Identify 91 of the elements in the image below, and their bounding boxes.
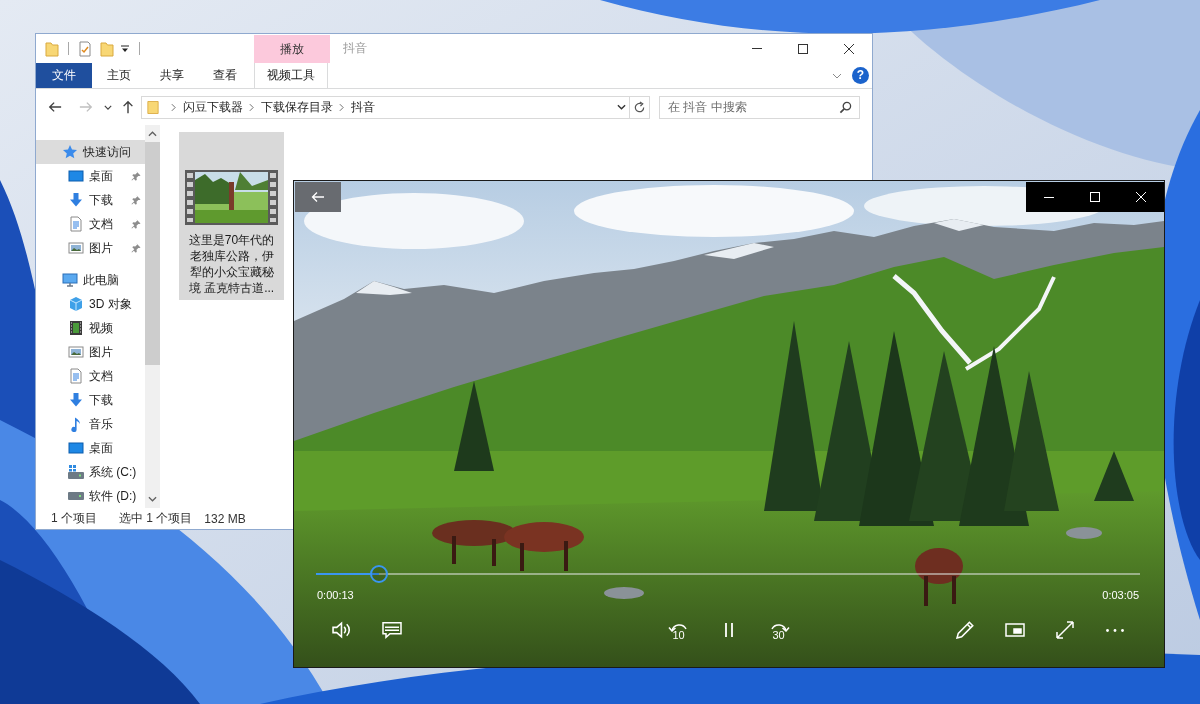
expand-icon [1055, 621, 1075, 639]
close-icon [1136, 192, 1146, 202]
download-arrow-icon [68, 192, 84, 208]
window-title: 抖音 [343, 40, 367, 57]
chevron-down-icon[interactable] [148, 496, 157, 502]
search-icon [839, 100, 852, 114]
nav-item[interactable]: 图片 [36, 236, 145, 260]
chevron-up-icon[interactable] [148, 131, 157, 137]
ribbon-tab[interactable]: 主页 [92, 63, 145, 88]
document-icon [68, 368, 84, 384]
ribbon-tab[interactable]: 共享 [145, 63, 198, 88]
close-icon [844, 43, 854, 54]
snow-patch [934, 219, 984, 231]
nav-item[interactable]: 此电脑 [36, 268, 145, 292]
snow-patch [704, 243, 774, 259]
star-icon [62, 144, 78, 160]
picture-in-picture-icon [1005, 623, 1025, 637]
seek-bar-thumb[interactable] [369, 565, 388, 583]
breadcrumb[interactable]: 下载保存目录 [261, 98, 333, 116]
dropdown-icon[interactable] [120, 43, 130, 54]
chevron-right-icon [249, 102, 254, 112]
help-button[interactable]: ? [852, 67, 869, 84]
status-text: 132 MB [204, 511, 246, 526]
tree [1094, 451, 1134, 501]
drive-icon [68, 491, 84, 501]
maximize-icon [798, 43, 808, 54]
nav-item[interactable]: 音乐 [36, 412, 145, 436]
document-icon [68, 216, 84, 232]
folder-icon [147, 99, 159, 115]
computer-icon [62, 272, 78, 288]
picture-icon [68, 344, 84, 360]
refresh-icon [633, 100, 646, 114]
arrow-left-icon [311, 191, 325, 203]
arrow-left-icon [48, 100, 62, 114]
desktop-icon [68, 168, 84, 184]
chevron-right-icon [171, 102, 176, 112]
scrollbar-track[interactable] [145, 125, 160, 508]
snow-patch [356, 281, 412, 295]
search-field[interactable]: 在 抖音 中搜索 [659, 95, 860, 119]
horse [915, 548, 963, 608]
breadcrumb[interactable]: 抖音 [351, 98, 375, 116]
contextual-tab-header: 播放 [254, 35, 330, 63]
chevron-right-icon [339, 102, 344, 112]
download-arrow-icon [68, 392, 84, 408]
film-icon [68, 320, 84, 336]
nav-item[interactable]: 文档 [36, 364, 145, 388]
nav-item[interactable]: 下载 [36, 388, 145, 412]
file-item[interactable]: 这里是70年代的老独库公路，伊犁的小众宝藏秘境 孟克特古道... [179, 132, 284, 300]
rock [604, 587, 644, 599]
nav-item[interactable]: 文档 [36, 212, 145, 236]
skip-forward-button[interactable]: 30 [753, 612, 804, 648]
total-time: 0:03:05 [1102, 588, 1139, 602]
breadcrumb[interactable]: 闪豆下载器 [183, 98, 243, 116]
skip-back-button[interactable]: 10 [653, 612, 704, 648]
maximize-icon [1090, 192, 1100, 202]
speaker-icon [332, 621, 352, 639]
rock [1066, 527, 1102, 539]
ribbon-tab[interactable]: 查看 [198, 63, 251, 88]
chevron-down-icon [832, 72, 842, 79]
file-menu-tab[interactable]: 文件 [36, 63, 92, 88]
scrollbar-thumb[interactable] [145, 142, 160, 365]
nav-item[interactable]: 视频 [36, 316, 145, 340]
speech-bubble-icon [382, 621, 402, 639]
desktop-icon [68, 440, 84, 456]
arrow-up-icon [121, 100, 135, 114]
back-button[interactable] [295, 182, 341, 212]
seek-bar[interactable] [316, 564, 1140, 584]
cube-icon [68, 296, 84, 312]
nav-item[interactable]: 桌面 [36, 164, 145, 188]
nav-item[interactable]: 3D 对象 [36, 292, 145, 316]
drive-icon [68, 464, 84, 480]
chevron-down-icon [616, 104, 626, 110]
checked-document-icon[interactable] [78, 40, 92, 57]
nav-item[interactable]: 快速访问 [36, 140, 145, 164]
refresh-button[interactable] [630, 95, 650, 119]
nav-item[interactable]: 软件 (D:) [36, 484, 145, 508]
more-icon [1106, 628, 1124, 632]
minimize-icon [752, 48, 762, 49]
nav-item[interactable]: 系统 (C:) [36, 460, 145, 484]
nav-item[interactable]: 桌面 [36, 436, 145, 460]
nav-item[interactable]: 图片 [36, 340, 145, 364]
elapsed-time: 0:00:13 [317, 588, 354, 602]
chevron-down-icon [104, 104, 112, 110]
status-text: 1 个项目 [51, 510, 97, 527]
address-bar[interactable]: 闪豆下载器 下载保存目录 抖音 [141, 95, 630, 119]
arrow-right-icon [79, 100, 93, 114]
picture-icon [68, 240, 84, 256]
minimize-icon [1044, 196, 1054, 198]
pen-icon [955, 621, 975, 639]
status-text: 选中 1 个项目 [119, 510, 193, 527]
nav-item[interactable]: 下载 [36, 188, 145, 212]
